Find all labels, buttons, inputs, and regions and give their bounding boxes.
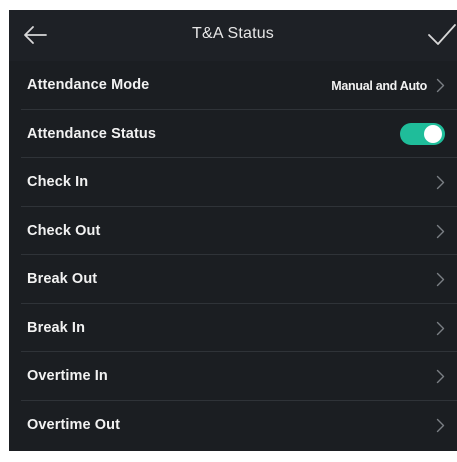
overtime-out-row[interactable]: Overtime Out: [21, 401, 457, 450]
chevron-right-icon: [436, 418, 445, 432]
attendance-status-row: Attendance Status: [21, 110, 457, 158]
break-in-row[interactable]: Break In: [21, 304, 457, 352]
attendance-mode-label: Attendance Mode: [27, 77, 150, 93]
break-out-row[interactable]: Break Out: [21, 255, 457, 304]
toggle-knob: [424, 124, 442, 143]
overtime-in-label: Overtime In: [27, 368, 108, 384]
header-bar: T&A Status: [9, 10, 457, 61]
chevron-right-icon: [436, 224, 445, 238]
check-out-label: Check Out: [27, 222, 101, 239]
chevron-right-icon: [436, 369, 445, 384]
break-out-label: Break Out: [27, 271, 98, 287]
check-out-row[interactable]: Check Out: [21, 207, 457, 255]
attendance-mode-value: Manual and Auto: [331, 79, 427, 93]
attendance-status-label: Attendance Status: [27, 125, 156, 142]
checkmark-icon[interactable]: [427, 22, 457, 48]
check-in-label: Check In: [27, 174, 89, 190]
check-in-row[interactable]: Check In: [21, 158, 457, 207]
chevron-right-icon: [436, 175, 445, 190]
chevron-right-icon: [436, 78, 445, 93]
attendance-mode-row[interactable]: Attendance Mode Manual and Auto: [21, 61, 457, 110]
chevron-right-icon: [436, 272, 445, 287]
page-title: T&A Status: [191, 25, 275, 42]
settings-list: Attendance Mode Manual and Auto Attendan…: [9, 61, 457, 449]
break-in-label: Break In: [27, 319, 86, 336]
overtime-out-label: Overtime Out: [27, 416, 121, 433]
attendance-status-toggle[interactable]: [400, 122, 445, 145]
screen: T&A Status Attendance Mode Manual and Au…: [9, 10, 457, 451]
chevron-right-icon: [436, 321, 445, 335]
overtime-in-row[interactable]: Overtime In: [21, 352, 457, 401]
